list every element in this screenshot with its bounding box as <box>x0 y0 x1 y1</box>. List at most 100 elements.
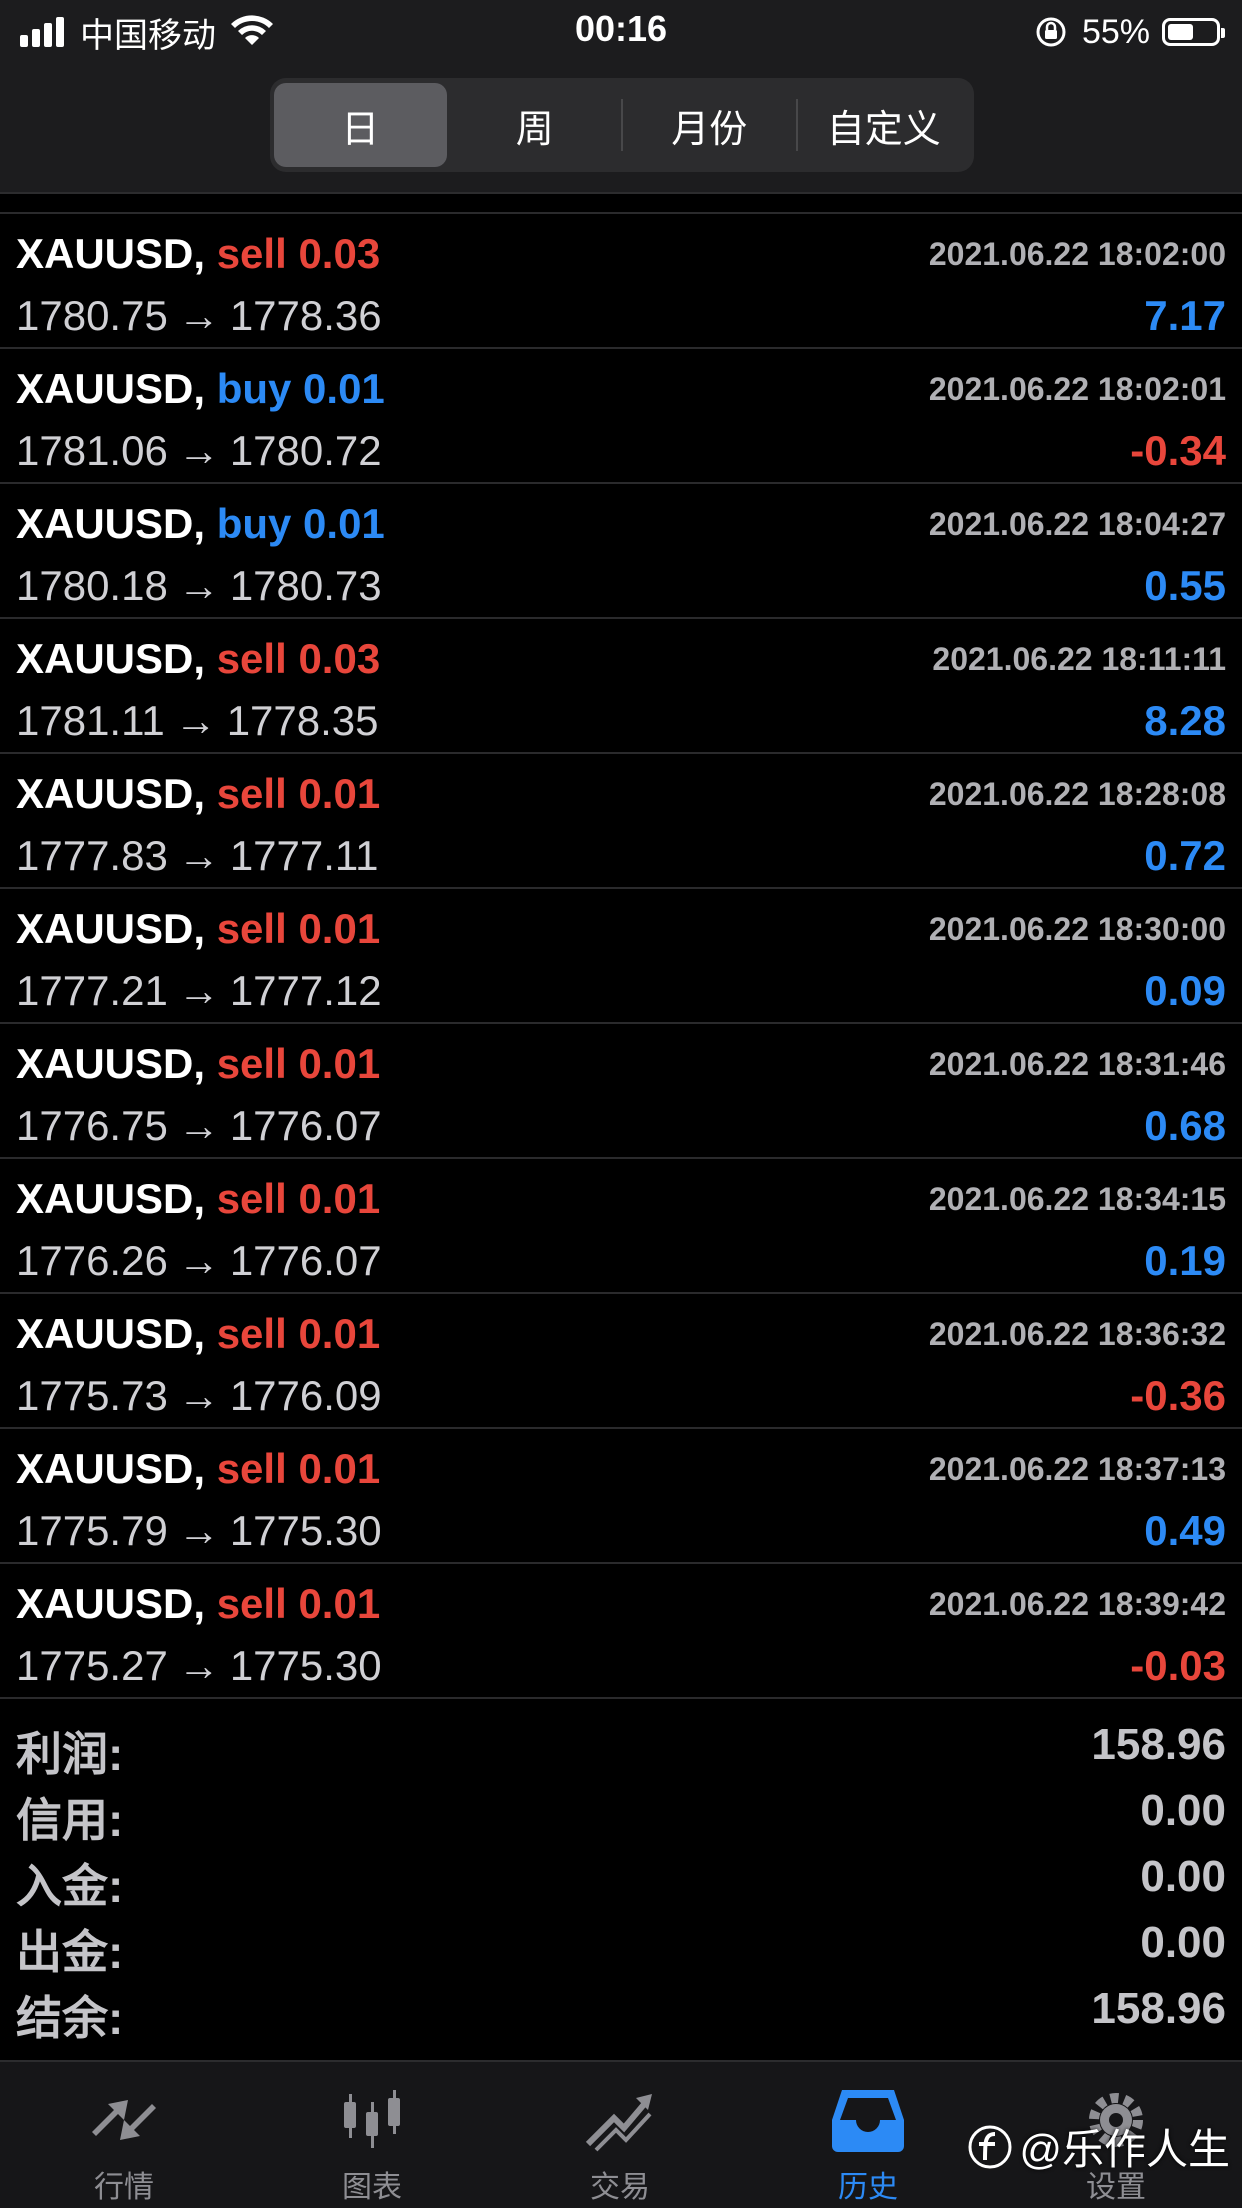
trade-prices: 1780.75 → 1778.36 <box>16 292 382 340</box>
tab-quotes[interactable]: 行情 <box>0 2062 248 2208</box>
watermark: @乐作人生 <box>967 2116 1230 2177</box>
trade-symbol: XAUUSD, <box>16 770 206 817</box>
right-arrow-icon: → <box>177 1237 220 1284</box>
trade-close-price: 1776.07 <box>229 1102 382 1149</box>
trade-side: sell <box>216 1040 287 1087</box>
trade-side: sell <box>216 1580 287 1627</box>
trade-row[interactable]: XAUUSD, sell 0.03 2021.06.22 18:11:11 1781… <box>0 619 1242 754</box>
trade-profit: -0.34 <box>1130 427 1226 474</box>
trade-open-price: 1775.27 <box>16 1642 168 1689</box>
segment-custom[interactable]: 自定义 <box>798 83 971 167</box>
summary-value: 158.96 <box>1091 1720 1226 1769</box>
trade-volume: 0.03 <box>298 635 381 682</box>
trade-row[interactable]: XAUUSD, sell 0.01 2021.06.22 18:30:00 1777… <box>0 889 1242 1024</box>
tab-trade[interactable]: 交易 <box>496 2062 744 2208</box>
segment-month[interactable]: 月份 <box>623 83 796 167</box>
summary-row: 结余: 158.96 <box>0 1974 1242 2044</box>
trade-title: XAUUSD, sell 0.01 <box>16 770 380 818</box>
right-arrow-icon: → <box>177 1372 220 1419</box>
account-summary: 利润: 158.96 信用: 0.00 入金: 0.00 出金: 0.00 结余: 158.96 <box>0 1710 1242 2044</box>
tab-label: 图表 <box>342 2171 402 2204</box>
trade-row[interactable]: XAUUSD, buy 0.01 2021.06.22 18:04:27 1780.… <box>0 484 1242 619</box>
trade-prices: 1777.83 → 1777.11 <box>16 832 379 880</box>
trade-close-price: 1778.35 <box>226 697 379 744</box>
summary-value: 0.00 <box>1140 1852 1226 1901</box>
period-segmented-control: 日 周 月份 自定义 <box>270 78 974 172</box>
battery-fill <box>1168 24 1193 40</box>
trade-profit: 0.55 <box>1144 562 1226 609</box>
trade-prices: 1776.26 → 1776.07 <box>16 1237 382 1285</box>
trade-profit: 0.09 <box>1144 967 1226 1014</box>
trade-title: XAUUSD, sell 0.01 <box>16 905 380 953</box>
trade-title: XAUUSD, sell 0.03 <box>16 230 380 278</box>
trade-symbol: XAUUSD, <box>16 635 206 682</box>
trade-close-price: 1775.30 <box>229 1642 382 1689</box>
trade-close-price: 1780.73 <box>229 562 382 609</box>
trade-time: 2021.06.22 18:11:11 <box>932 641 1226 677</box>
right-arrow-icon: → <box>177 292 220 339</box>
right-arrow-icon: → <box>177 1102 220 1149</box>
trade-symbol: XAUUSD, <box>16 1175 206 1222</box>
trade-title: XAUUSD, sell 0.01 <box>16 1580 380 1628</box>
trade-row[interactable]: XAUUSD, sell 0.01 2021.06.22 18:39:42 1775… <box>0 1564 1242 1699</box>
summary-row: 入金: 0.00 <box>0 1842 1242 1912</box>
trade-side: sell <box>216 1175 287 1222</box>
trade-row[interactable]: XAUUSD, sell 0.01 2021.06.22 18:31:46 1776… <box>0 1024 1242 1159</box>
trade-volume: 0.01 <box>298 1580 381 1627</box>
trade-close-price: 1778.36 <box>229 292 382 339</box>
right-arrow-icon: → <box>177 427 220 474</box>
summary-label: 信用: <box>16 1794 124 1846</box>
trade-prices: 1775.27 → 1775.30 <box>16 1642 382 1690</box>
trade-time: 2021.06.22 18:02:00 <box>928 236 1226 272</box>
history-screen: 中国移动 00:16 55% 日 周 月份 自定义 XAUUSD, sell 0… <box>0 0 1242 2208</box>
trade-volume: 0.01 <box>298 905 381 952</box>
summary-label: 出金: <box>16 1926 124 1978</box>
trade-symbol: XAUUSD, <box>16 1445 206 1492</box>
trade-profit: 0.19 <box>1144 1237 1226 1284</box>
trade-title: XAUUSD, buy 0.01 <box>16 500 385 548</box>
status-right: 55% <box>1034 10 1225 54</box>
trade-close-price: 1780.72 <box>229 427 382 474</box>
right-arrow-icon: → <box>174 697 217 744</box>
trade-time: 2021.06.22 18:39:42 <box>928 1586 1226 1622</box>
trade-open-price: 1776.26 <box>16 1237 168 1284</box>
segment-day[interactable]: 日 <box>274 83 447 167</box>
trade-prices: 1777.21 → 1777.12 <box>16 967 382 1015</box>
summary-value: 158.96 <box>1091 1984 1226 2033</box>
trade-row[interactable]: XAUUSD, sell 0.01 2021.06.22 18:34:15 1776… <box>0 1159 1242 1294</box>
tab-charts[interactable]: 图表 <box>248 2062 496 2208</box>
trade-symbol: XAUUSD, <box>16 1580 206 1627</box>
trade-open-price: 1781.06 <box>16 427 168 474</box>
trade-time: 2021.06.22 18:37:13 <box>928 1451 1226 1487</box>
trade-row[interactable]: XAUUSD, sell 0.01 2021.06.22 18:37:13 1775… <box>0 1429 1242 1564</box>
right-arrow-icon: → <box>177 562 220 609</box>
trade-side: sell <box>216 230 287 277</box>
trade-close-price: 1776.09 <box>229 1372 382 1419</box>
trade-row[interactable]: XAUUSD, sell 0.01 2021.06.22 18:28:08 1777… <box>0 754 1242 889</box>
trade-time: 2021.06.22 18:31:46 <box>928 1046 1226 1082</box>
trade-row[interactable]: XAUUSD, sell 0.03 2021.06.22 18:02:00 1780… <box>0 214 1242 349</box>
trade-time: 2021.06.22 18:02:01 <box>928 371 1226 407</box>
right-arrow-icon: → <box>177 967 220 1014</box>
trade-side: sell <box>216 1310 287 1357</box>
trades-container: XAUUSD, sell 0.03 2021.06.22 18:02:00 1780… <box>0 214 1242 1699</box>
trade-volume: 0.03 <box>298 230 381 277</box>
summary-label: 结余: <box>16 1992 124 2044</box>
trade-trend-icon <box>585 2094 652 2152</box>
trade-prices: 1775.73 → 1776.09 <box>16 1372 382 1420</box>
segment-week[interactable]: 周 <box>449 83 622 167</box>
battery-nub <box>1221 28 1225 38</box>
trade-symbol: XAUUSD, <box>16 1040 206 1087</box>
trade-time: 2021.06.22 18:04:27 <box>928 506 1226 542</box>
trade-close-price: 1775.30 <box>229 1507 382 1554</box>
trade-close-price: 1777.11 <box>229 832 379 879</box>
tab-history[interactable]: 历史 <box>744 2062 992 2208</box>
summary-row: 利润: 158.96 <box>0 1710 1242 1780</box>
trade-prices: 1775.79 → 1775.30 <box>16 1507 382 1555</box>
trade-volume: 0.01 <box>298 1445 381 1492</box>
trade-row[interactable]: XAUUSD, sell 0.01 2021.06.22 18:36:32 1775… <box>0 1294 1242 1429</box>
trade-row[interactable]: XAUUSD, buy 0.01 2021.06.22 18:02:01 1781.… <box>0 349 1242 484</box>
trade-open-price: 1780.18 <box>16 562 168 609</box>
trade-side: sell <box>216 905 287 952</box>
trade-side: buy <box>216 365 292 412</box>
